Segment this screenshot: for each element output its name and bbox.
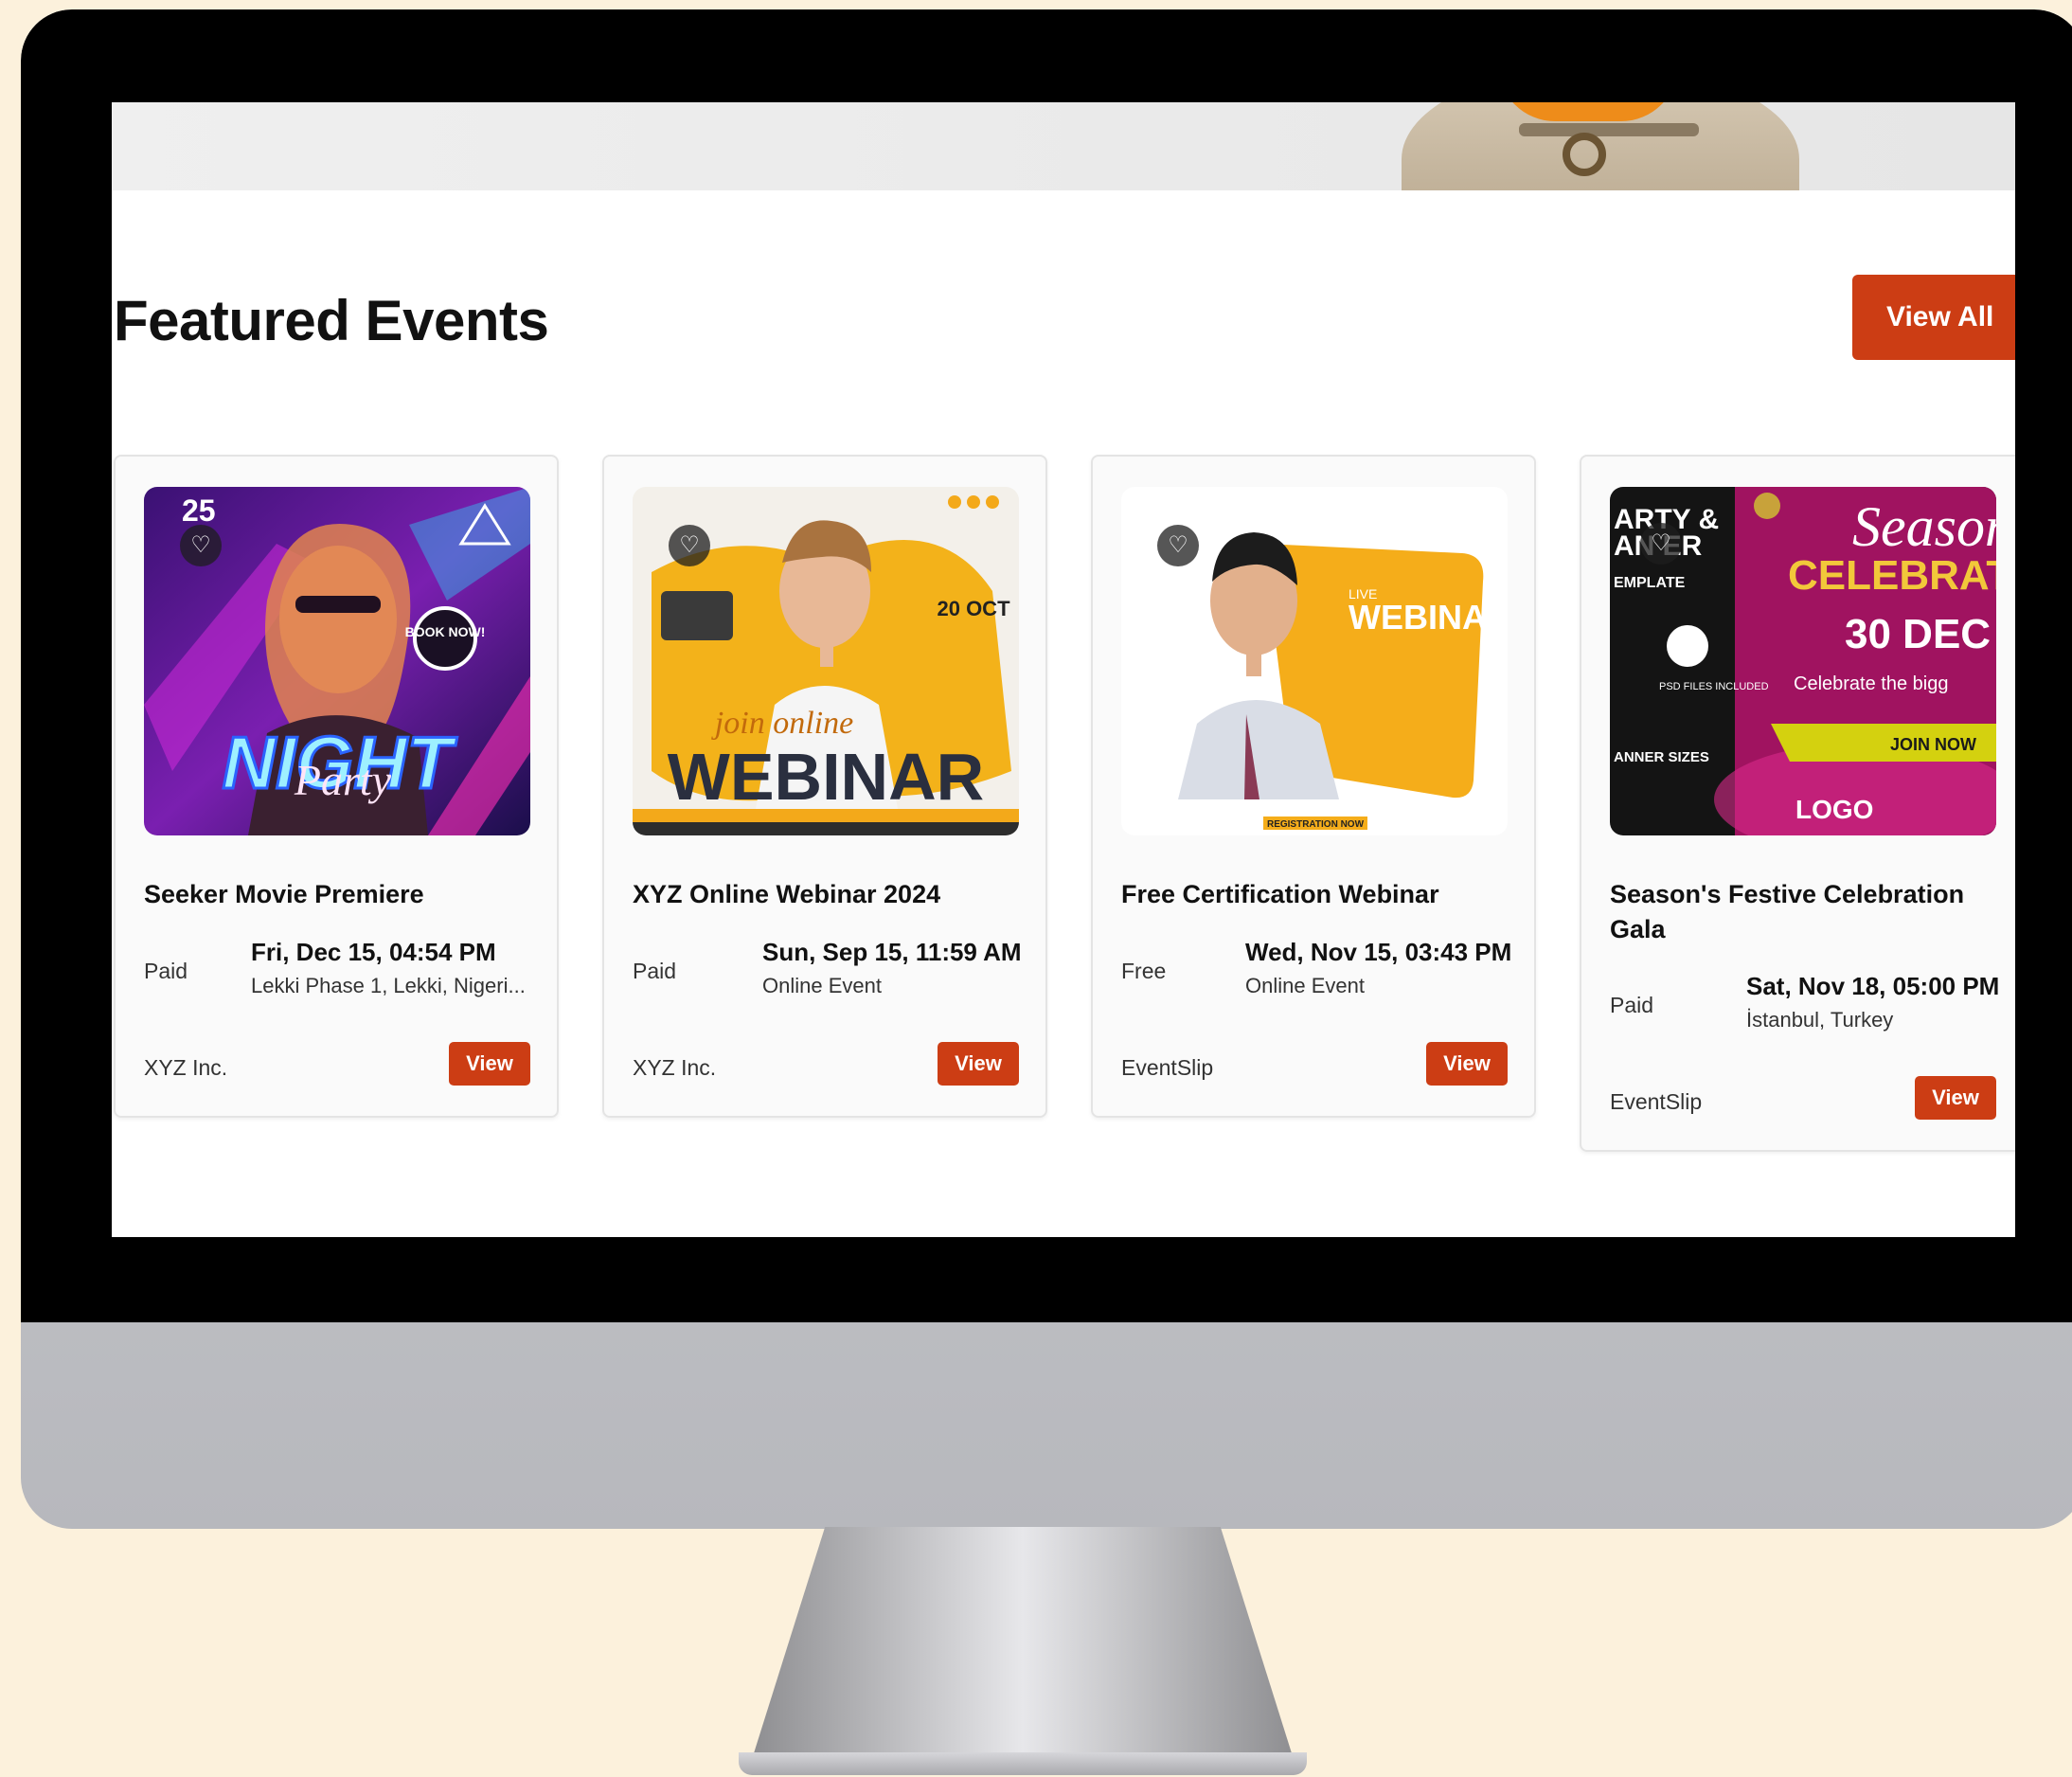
event-card[interactable]: ARTY & AN ER EMPLATE PSD FILES INCLUDED … <box>1580 455 2015 1152</box>
event-date: Wed, Nov 15, 03:43 PM <box>1245 938 1512 966</box>
event-price: Paid <box>144 959 188 983</box>
event-title: Free Certification Webinar <box>1121 880 1439 908</box>
poster-text: EMPLATE <box>1614 575 1686 591</box>
event-card[interactable]: BOOK NOW! 25 NIGHT Party ♡ Seeker Movie … <box>114 455 559 1118</box>
poster-text: Party <box>294 756 392 804</box>
poster-text: ANNER SIZES <box>1614 749 1709 765</box>
screen: Featured Events View All BOOK NOW! 25 NI… <box>112 102 2015 1237</box>
event-location: İstanbul, Turkey <box>1746 1008 1894 1032</box>
event-organizer: EventSlip <box>1610 1089 1703 1114</box>
poster-text: 30 DEC 20 <box>1845 611 1996 657</box>
event-card[interactable]: 20 OCT join online WEBINAR ♡ XYZ Online … <box>602 455 1047 1118</box>
event-title: Season's Festive Celebration Gala <box>1610 880 1965 943</box>
section-title: Featured Events <box>114 289 549 352</box>
event-poster[interactable]: 20 OCT join online WEBINAR ♡ <box>633 487 1019 835</box>
monitor-frame: Featured Events View All BOOK NOW! 25 NI… <box>21 9 2072 1529</box>
view-event-button[interactable]: View <box>449 1042 530 1086</box>
view-event-button[interactable]: View <box>938 1042 1019 1086</box>
favorite-heart-icon[interactable]: ♡ <box>180 525 222 566</box>
favorite-heart-icon[interactable]: ♡ <box>1640 523 1682 565</box>
event-date: Fri, Dec 15, 04:54 PM <box>251 938 496 966</box>
event-title: Seeker Movie Premiere <box>144 880 424 908</box>
event-date: Sat, Nov 18, 05:00 PM <box>1746 972 2000 1000</box>
hero-banner <box>112 102 2015 190</box>
favorite-heart-icon[interactable]: ♡ <box>669 525 710 566</box>
poster-text: PSD FILES INCLUDED <box>1659 681 1769 692</box>
event-price: Free <box>1121 959 1167 983</box>
hero-buckle <box>1563 133 1606 176</box>
poster-text: Season <box>1852 495 1996 558</box>
event-card[interactable]: LIVE WEBINAR REGISTRATION NOW ♡ Free Cer… <box>1091 455 1536 1118</box>
event-poster[interactable]: ARTY & AN ER EMPLATE PSD FILES INCLUDED … <box>1610 487 1996 835</box>
view-all-button[interactable]: View All <box>1852 275 2015 360</box>
event-poster[interactable]: LIVE WEBINAR REGISTRATION NOW ♡ <box>1121 487 1508 835</box>
event-organizer: XYZ Inc. <box>144 1055 228 1080</box>
event-poster[interactable]: BOOK NOW! 25 NIGHT Party ♡ <box>144 487 530 835</box>
poster-text: 25 <box>182 494 216 528</box>
event-price: Paid <box>1610 993 1654 1017</box>
monitor-base <box>739 1752 1307 1775</box>
poster-text: JOIN NOW <box>1890 735 1976 754</box>
poster-text: join online <box>711 706 853 741</box>
event-location: Online Event <box>762 974 882 997</box>
poster-text: BOOK NOW! <box>405 624 486 639</box>
event-location: Lekki Phase 1, Lekki, Nigeri... <box>251 974 526 997</box>
event-location: Online Event <box>1245 974 1365 997</box>
poster-text: LOGO <box>1795 795 1873 824</box>
event-date: Sun, Sep 15, 11:59 AM <box>762 938 1022 966</box>
monitor-stand <box>748 1527 1297 1771</box>
event-title: XYZ Online Webinar 2024 <box>633 880 941 908</box>
poster-text: CELEBRAT <box>1788 552 1996 599</box>
poster-text: Celebrate the bigg <box>1794 673 1948 694</box>
view-event-button[interactable]: View <box>1915 1076 1996 1120</box>
favorite-heart-icon[interactable]: ♡ <box>1157 525 1199 566</box>
event-price: Paid <box>633 959 677 983</box>
poster-text: REGISTRATION NOW <box>1267 819 1365 830</box>
poster-text: WEBINAR <box>668 740 984 814</box>
hero-belt <box>1519 123 1699 136</box>
poster-text: 20 OCT <box>937 597 1010 620</box>
event-organizer: EventSlip <box>1121 1055 1214 1080</box>
view-event-button[interactable]: View <box>1426 1042 1508 1086</box>
event-organizer: XYZ Inc. <box>633 1055 717 1080</box>
monitor-bezel: Featured Events View All BOOK NOW! 25 NI… <box>21 9 2072 1322</box>
poster-text: WEBINAR <box>1349 598 1508 637</box>
